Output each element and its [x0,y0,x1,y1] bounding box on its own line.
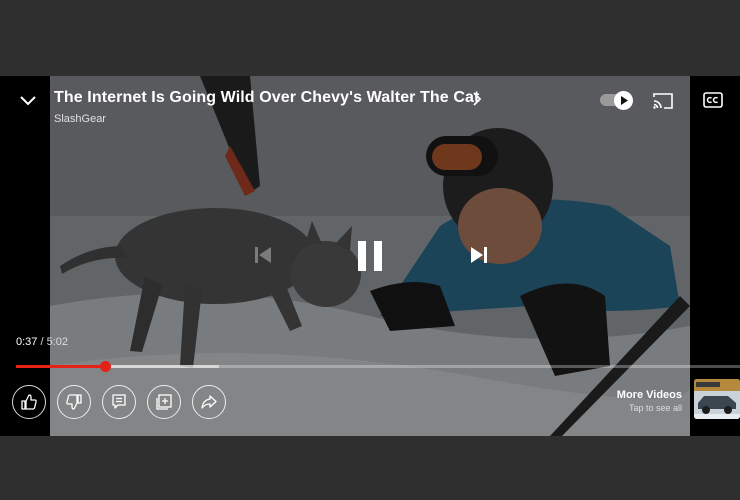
comments-button[interactable] [102,385,136,419]
chevron-down-icon [20,96,36,106]
title-expand-button[interactable] [470,90,484,108]
more-videos-subtitle: Tap to see all [628,403,682,413]
top-bar: The Internet Is Going Wild Over Chevy's … [0,76,740,126]
chevron-right-icon [473,92,482,106]
time-separator: / [40,336,44,348]
playback-controls [0,236,740,276]
video-player[interactable]: The Internet Is Going Wild Over Chevy's … [0,76,740,436]
progress-bar[interactable] [16,361,740,372]
pause-icon [358,241,382,271]
save-button[interactable] [147,385,181,419]
time-display: 0:37 / 5:02 [16,336,68,348]
more-videos-thumbnail[interactable] [694,379,740,419]
share-icon [201,395,217,409]
played-range [16,365,105,368]
video-title[interactable]: The Internet Is Going Wild Over Chevy's … [54,89,479,107]
play-icon [621,96,628,105]
skip-next-icon [471,247,487,263]
collapse-button[interactable] [16,90,40,110]
next-button[interactable] [468,244,490,266]
cc-icon [703,92,723,108]
more-videos-button[interactable]: More Videos Tap to see all [617,389,682,413]
thumbnail-image [694,379,740,419]
thumbs-down-icon [66,394,82,410]
skip-previous-icon [255,247,271,263]
scrubber-handle[interactable] [99,361,111,372]
comment-icon [112,394,126,409]
cast-icon [653,93,673,109]
cast-button[interactable] [652,92,674,110]
duration: 5:02 [46,336,69,348]
current-time: 0:37 [16,336,38,348]
autoplay-knob [614,91,633,110]
pause-button[interactable] [352,238,388,274]
thumbs-up-icon [21,394,37,410]
captions-button[interactable] [703,92,723,108]
dislike-button[interactable] [57,385,91,419]
like-button[interactable] [12,385,46,419]
previous-button[interactable] [252,244,274,266]
share-button[interactable] [192,385,226,419]
more-videos-title: More Videos [616,389,682,401]
add-to-playlist-icon [156,394,172,410]
channel-name[interactable]: SlashGear [54,113,106,125]
autoplay-toggle[interactable] [600,91,634,110]
